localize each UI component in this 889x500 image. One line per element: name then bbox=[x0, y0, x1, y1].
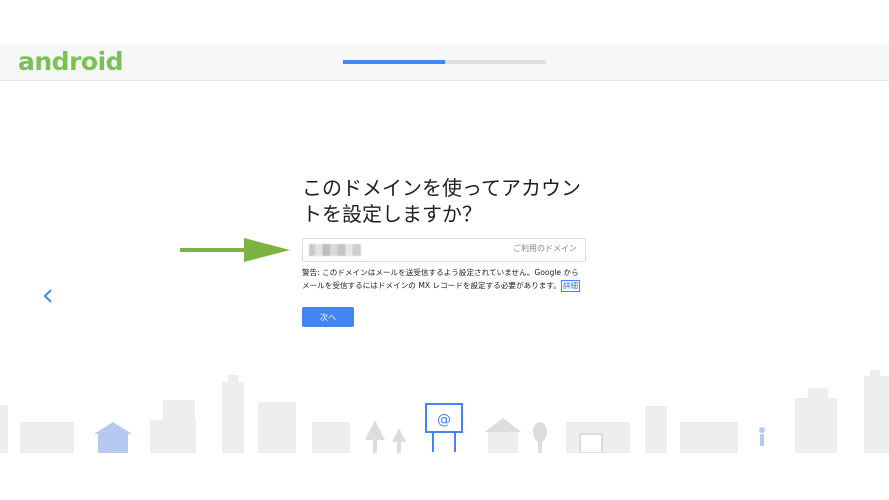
chevron-left-icon[interactable] bbox=[40, 286, 58, 306]
title-line-2: トを設定しますか？ bbox=[302, 202, 482, 226]
next-button[interactable]: 次へ bbox=[302, 307, 354, 327]
title-line-1: このドメインを使ってアカウン bbox=[302, 176, 581, 200]
domain-field-label: ご利用のドメイン bbox=[513, 244, 577, 253]
billboard-at-symbol: @ bbox=[437, 412, 451, 428]
city-skyline-illustration: @ bbox=[0, 370, 889, 460]
progress-fill bbox=[343, 60, 445, 64]
domain-setup-panel: このドメインを使ってアカウン トを設定しますか？ ご利用のドメイン 警告: この… bbox=[302, 175, 592, 327]
details-link[interactable]: 詳細 bbox=[560, 279, 581, 292]
obscured-domain-value bbox=[309, 244, 361, 256]
warning-line-2: メールを受信するにはドメインの MX レコードを設定する必要があります。 bbox=[302, 280, 561, 290]
warning-line-1: 警告: このドメインはメールを送受信するよう設定されていません。Google か… bbox=[302, 268, 579, 277]
mx-warning-text: 警告: このドメインはメールを送受信するよう設定されていません。Google か… bbox=[302, 267, 592, 292]
header-bar: android bbox=[0, 45, 889, 81]
setup-progress-bar bbox=[343, 60, 546, 64]
android-logo: android bbox=[18, 47, 124, 76]
top-blank bbox=[0, 0, 889, 45]
domain-input[interactable]: ご利用のドメイン bbox=[302, 238, 586, 262]
green-arrow-icon bbox=[180, 238, 290, 262]
page-title: このドメインを使ってアカウン トを設定しますか？ bbox=[302, 175, 592, 227]
